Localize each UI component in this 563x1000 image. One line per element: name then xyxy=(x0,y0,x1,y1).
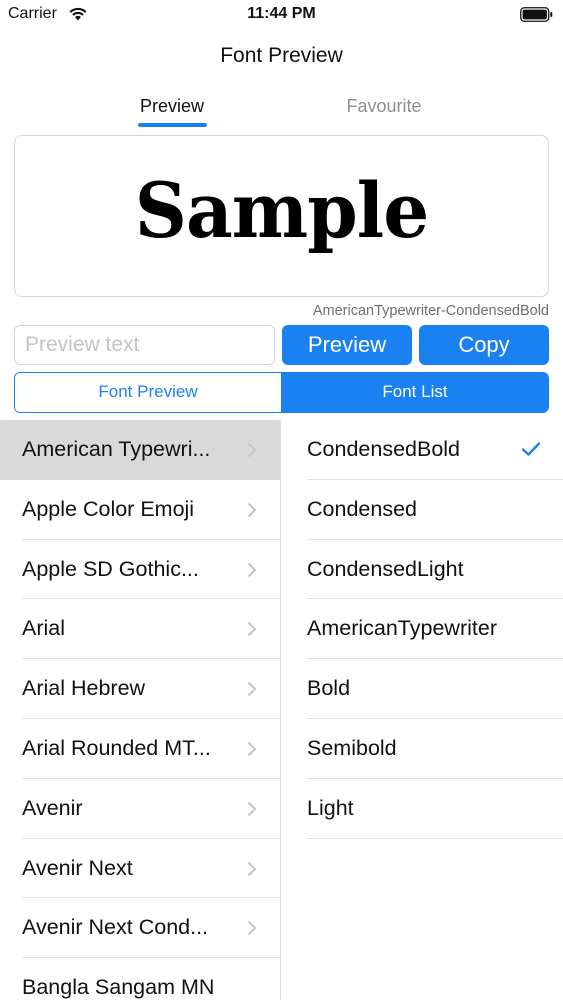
font-family-label: Avenir xyxy=(22,795,83,820)
font-family-row[interactable]: Bangla Sangam MN xyxy=(0,958,280,1000)
battery-icon xyxy=(520,7,553,22)
font-style-row[interactable]: CondensedBold xyxy=(282,420,563,480)
segment-font-list[interactable]: Font List xyxy=(282,373,548,412)
chevron-right-icon xyxy=(247,861,257,876)
font-family-row[interactable]: American Typewri... xyxy=(0,420,280,480)
font-style-row[interactable]: AmericanTypewriter xyxy=(282,599,563,660)
tab-preview[interactable]: Preview xyxy=(122,96,222,117)
clock: 11:44 PM xyxy=(247,5,316,22)
font-family-label: Avenir Next xyxy=(22,855,133,880)
font-style-row[interactable]: Bold xyxy=(282,659,563,719)
font-style-label: CondensedBold xyxy=(307,437,461,461)
chevron-right-icon xyxy=(247,562,257,577)
font-preview-box: Sample xyxy=(14,135,549,297)
font-style-list: CondensedBold Condensed CondensedLight A… xyxy=(282,420,563,1000)
font-style-row[interactable]: Light xyxy=(282,779,563,839)
column-divider xyxy=(280,420,281,1000)
font-style-label: Condensed xyxy=(307,496,417,521)
active-tab-indicator xyxy=(138,123,207,127)
font-family-label: Avenir Next Cond... xyxy=(22,915,209,940)
font-style-row[interactable]: CondensedLight xyxy=(282,540,563,600)
font-family-row[interactable]: Avenir xyxy=(0,779,280,839)
view-mode-segmented-control: Font Preview Font List xyxy=(14,372,549,413)
chevron-right-icon xyxy=(247,681,257,697)
font-family-label: Apple SD Gothic... xyxy=(22,556,199,581)
font-family-row[interactable]: Arial Hebrew xyxy=(0,659,280,719)
font-family-row[interactable]: Avenir Next xyxy=(0,839,280,899)
font-family-row[interactable]: Apple Color Emoji xyxy=(0,480,280,540)
copy-button[interactable]: Copy xyxy=(419,325,549,365)
chevron-right-icon xyxy=(247,502,257,518)
font-family-label: Arial xyxy=(22,616,66,641)
font-family-row[interactable]: Avenir Next Cond... xyxy=(0,898,280,959)
chevron-right-icon xyxy=(247,622,257,637)
chevron-right-icon xyxy=(247,921,257,936)
font-style-label: AmericanTypewriter xyxy=(307,616,497,641)
font-family-row[interactable]: Arial Rounded MT... xyxy=(0,719,280,779)
font-name-caption: AmericanTypewriter-CondensedBold xyxy=(312,303,549,319)
font-family-row[interactable]: Apple SD Gothic... xyxy=(0,540,280,600)
font-family-label: Arial Hebrew xyxy=(22,676,146,701)
sample-text: Sample xyxy=(134,166,429,255)
font-family-label: Arial Rounded MT... xyxy=(22,735,211,760)
font-family-label: Bangla Sangam MN xyxy=(22,975,215,1000)
segment-font-preview[interactable]: Font Preview xyxy=(15,373,282,412)
font-family-list: American Typewri... Apple Color Emoji Ap… xyxy=(0,420,280,1000)
page-title: Font Preview xyxy=(220,44,343,67)
status-bar: Carrier 11:44 PM xyxy=(0,0,563,30)
font-family-label: American Typewri... xyxy=(22,437,211,461)
preview-button[interactable]: Preview xyxy=(282,325,412,365)
font-family-row[interactable]: Arial xyxy=(0,599,280,660)
font-style-label: Light xyxy=(307,795,354,820)
font-style-row[interactable]: Condensed xyxy=(282,480,563,540)
font-style-label: Semibold xyxy=(307,735,397,760)
font-family-label: Apple Color Emoji xyxy=(22,496,195,521)
chevron-right-icon xyxy=(247,741,257,757)
chevron-right-icon xyxy=(247,442,257,458)
checkmark-icon xyxy=(521,442,541,456)
font-style-label: CondensedLight xyxy=(307,556,464,581)
tab-favourite[interactable]: Favourite xyxy=(334,96,434,117)
font-style-label: Bold xyxy=(307,676,351,701)
font-style-row[interactable]: Semibold xyxy=(282,719,563,779)
row-separator xyxy=(307,837,563,839)
chevron-right-icon xyxy=(247,801,257,816)
preview-text-input[interactable] xyxy=(14,325,275,365)
